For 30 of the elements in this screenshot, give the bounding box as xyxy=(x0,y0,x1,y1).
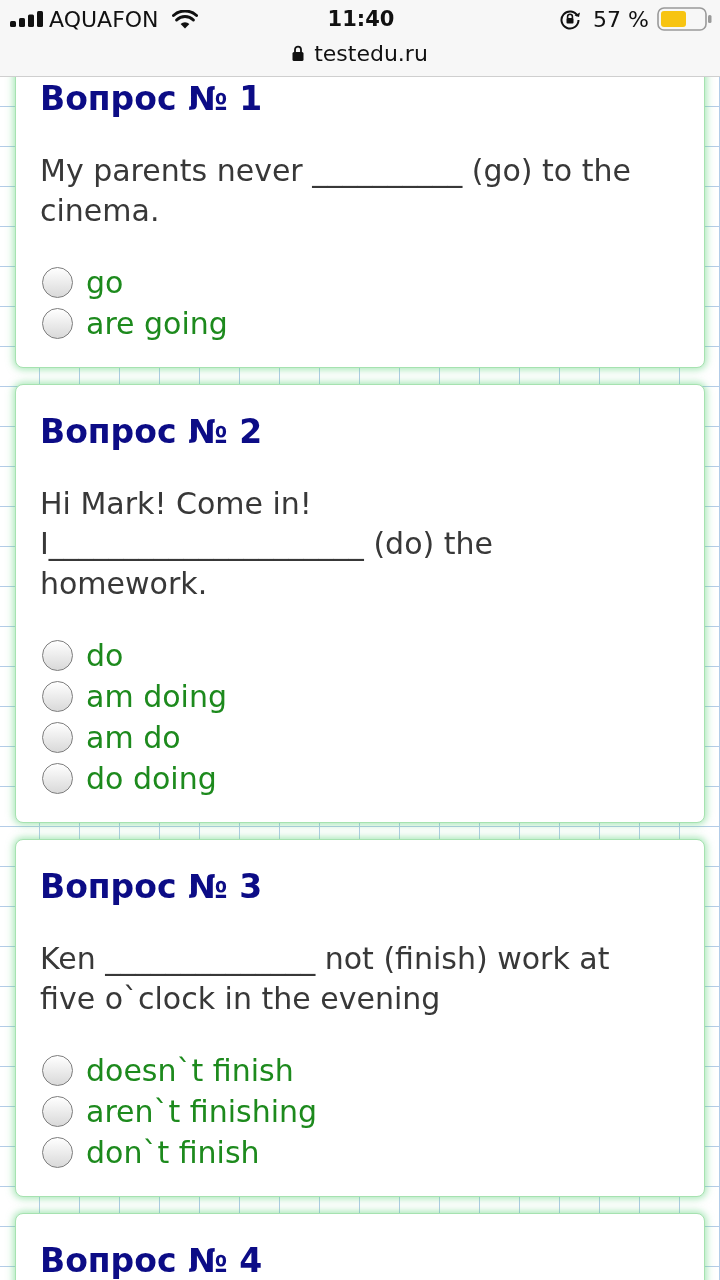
radio-button[interactable] xyxy=(42,763,73,794)
radio-button[interactable] xyxy=(42,1137,73,1168)
rotation-lock-icon xyxy=(559,8,582,30)
question-text: My parents never __________ (go) to the cinema. xyxy=(40,152,632,230)
clock-time: 11:40 xyxy=(327,7,395,31)
answer-label[interactable]: do xyxy=(86,635,124,676)
radio-button[interactable] xyxy=(42,722,73,753)
radio-button[interactable] xyxy=(42,267,73,298)
question-text: Ken ______________ not (finish) work at five o`clock in the evening xyxy=(40,940,611,1018)
signal-icon xyxy=(10,11,43,27)
answer-label[interactable]: am do xyxy=(86,717,181,758)
radio-button[interactable] xyxy=(42,640,73,671)
page-address[interactable]: testedu.ru xyxy=(314,40,428,66)
answer-label[interactable]: doesn`t finish xyxy=(86,1050,294,1091)
carrier-name: AQUAFON xyxy=(49,6,159,32)
battery-percent: 57 % xyxy=(593,6,649,32)
question-text: Hi Mark! Come in! I_____________________ (do) the homework. xyxy=(40,485,494,603)
answer-label[interactable]: are going xyxy=(86,303,228,344)
radio-button[interactable] xyxy=(42,1096,73,1127)
wifi-icon xyxy=(171,9,198,29)
answer-label[interactable]: don`t finish xyxy=(86,1132,260,1173)
radio-button[interactable] xyxy=(42,308,73,339)
battery-icon xyxy=(657,7,712,31)
answer-label[interactable]: do doing xyxy=(86,758,217,799)
radio-button[interactable] xyxy=(42,1055,73,1086)
lock-icon xyxy=(292,45,305,61)
answer-label[interactable]: aren`t finishing xyxy=(86,1091,318,1132)
radio-button[interactable] xyxy=(42,681,73,712)
answer-label[interactable]: am doing xyxy=(86,676,227,717)
answer-label[interactable]: go xyxy=(86,262,124,303)
